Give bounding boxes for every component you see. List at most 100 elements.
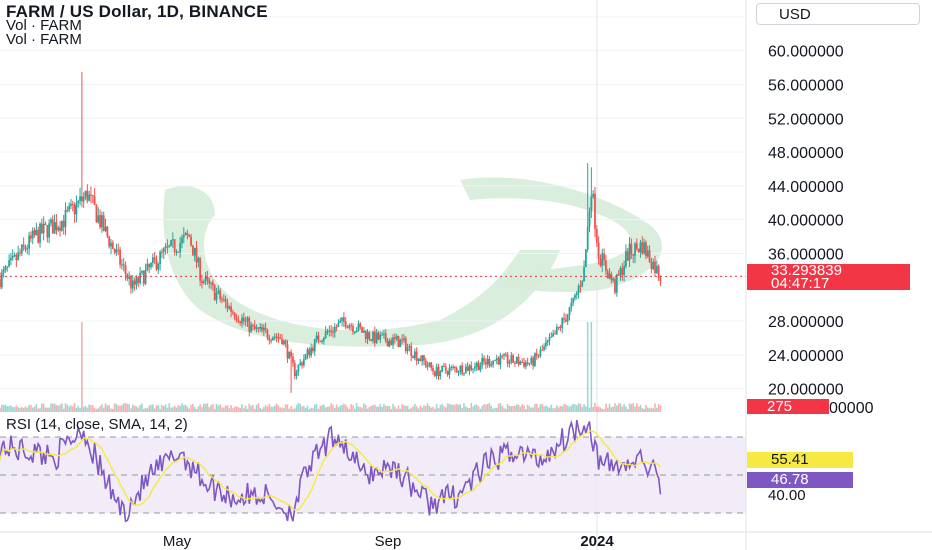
candle-body <box>146 263 149 271</box>
volume-bar <box>0 407 1 412</box>
volume-bar <box>226 405 229 412</box>
candle-body <box>211 282 214 286</box>
candle-body <box>166 246 169 248</box>
candle-body <box>117 249 120 251</box>
volume-bar <box>290 405 292 412</box>
candle-body <box>11 255 14 259</box>
volume-bar <box>563 403 565 412</box>
watermark-curl <box>460 177 662 293</box>
candle-body <box>202 281 205 284</box>
volume-bar <box>523 405 525 412</box>
candle-body <box>68 205 71 211</box>
volume-bar <box>219 404 221 412</box>
candle-body <box>39 223 41 243</box>
candle-body <box>379 335 382 340</box>
candle-body <box>464 366 467 374</box>
volume-bar <box>521 404 523 412</box>
candle-body <box>179 243 182 253</box>
volume-bar <box>568 406 571 412</box>
volume-bar <box>197 406 200 412</box>
candle-body <box>330 330 333 333</box>
volume-bar <box>119 406 121 412</box>
candle-body <box>79 196 81 201</box>
volume-bar <box>575 405 578 412</box>
volume-bar <box>15 405 18 412</box>
volume-bar <box>264 405 267 412</box>
candle-body <box>191 245 194 256</box>
candle-body <box>475 362 478 367</box>
candle-body <box>410 345 413 357</box>
volume-bar <box>494 407 496 412</box>
candle-body <box>457 371 460 373</box>
volume-bar <box>228 408 231 412</box>
candle-body <box>282 340 285 345</box>
volume-bar <box>361 407 363 412</box>
volume-bar <box>597 406 600 412</box>
candle-body <box>530 357 533 364</box>
candle-body <box>235 317 238 321</box>
volume-bar <box>448 403 451 412</box>
candle-body <box>281 338 283 345</box>
volume-bar <box>439 405 442 412</box>
volume-bar <box>162 405 165 412</box>
candle-body <box>443 365 445 367</box>
volume-bar <box>359 407 362 412</box>
volume-bar <box>106 405 109 412</box>
candle-body <box>268 337 271 341</box>
candle-body <box>80 196 83 202</box>
candle-body <box>193 247 196 256</box>
volume-bar <box>159 408 161 412</box>
candle-body <box>201 280 203 284</box>
candle-body <box>594 193 596 229</box>
volume-bar <box>455 403 458 412</box>
volume-bar <box>366 408 369 412</box>
candle-body <box>504 354 507 356</box>
candle-body <box>577 285 580 293</box>
volume-bar <box>375 406 378 412</box>
candle-body <box>100 215 103 228</box>
candle-body <box>634 243 636 256</box>
candle-body <box>20 244 23 254</box>
candle-body <box>197 258 200 263</box>
volume-bar <box>321 405 323 412</box>
candle-body <box>261 326 263 331</box>
candle-body <box>33 230 36 235</box>
volume-bar <box>656 407 658 412</box>
volume-bar <box>634 406 636 412</box>
volume-bar <box>182 405 185 412</box>
candle-body <box>155 259 158 270</box>
volume-bar <box>33 406 36 412</box>
volume-bar <box>570 405 573 412</box>
candle-body <box>301 362 303 366</box>
candle-body <box>515 356 518 364</box>
volume-bar <box>572 403 574 412</box>
candle-body <box>233 312 236 318</box>
rsi-ma-tag: 55.41 <box>747 452 853 468</box>
volume-bar <box>397 405 400 412</box>
volume-bar <box>350 404 352 412</box>
volume-bar <box>188 408 191 412</box>
candle-body <box>337 322 340 327</box>
candle-body <box>306 349 309 355</box>
volume-bar <box>630 404 633 412</box>
candle-body <box>652 261 655 269</box>
candle-body <box>572 298 575 303</box>
volume-bar <box>210 405 212 412</box>
candle-body <box>324 331 327 338</box>
volume-bar <box>581 406 584 412</box>
candle-body <box>284 340 287 345</box>
candle-body <box>623 266 625 275</box>
candle-body <box>53 222 56 234</box>
volume-bar <box>528 406 531 412</box>
candle-body <box>639 242 642 253</box>
candle-body <box>586 226 589 250</box>
currency-selector[interactable]: USD <box>756 3 920 25</box>
candle-body <box>46 225 49 238</box>
volume-bar <box>64 403 67 412</box>
volume-bar <box>82 406 85 412</box>
candle-body <box>584 249 587 268</box>
candle-body <box>60 220 63 231</box>
volume-bar <box>343 403 345 412</box>
volume-bar <box>243 408 245 412</box>
candle-body <box>204 276 207 282</box>
